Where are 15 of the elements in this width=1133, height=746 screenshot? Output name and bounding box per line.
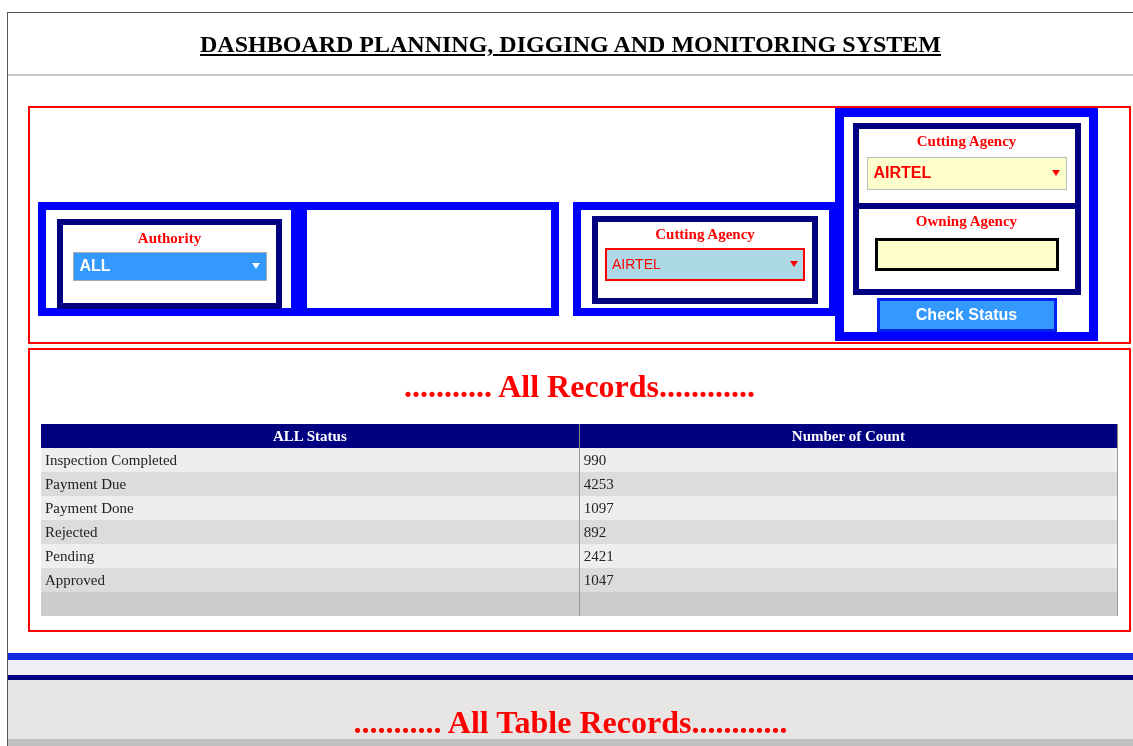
authority-select[interactable]: ALL xyxy=(72,251,267,281)
owning-agency-field[interactable] xyxy=(874,237,1059,271)
check-status-button[interactable]: Check Status xyxy=(876,298,1057,332)
section-title: ........... All Records............ xyxy=(403,370,756,402)
page-title: DASHBOARD PLANNING, DIGGING AND MONITORING SYSTEM xyxy=(200,29,941,59)
field-label: Cutting Agency xyxy=(916,132,1017,151)
section-title: ........... All Table Records............ xyxy=(353,706,788,738)
caret-icon xyxy=(251,263,260,269)
cutting-agency-select[interactable]: AIRTEL xyxy=(605,247,805,281)
caret-icon xyxy=(1051,170,1060,176)
cutting-agency-select[interactable]: AIRTEL xyxy=(866,156,1067,190)
field-label: Cutting Agency xyxy=(655,225,755,244)
caret-icon xyxy=(790,261,798,267)
field-label: Owning Agency xyxy=(915,212,1018,231)
field-label: Authority xyxy=(137,229,202,248)
